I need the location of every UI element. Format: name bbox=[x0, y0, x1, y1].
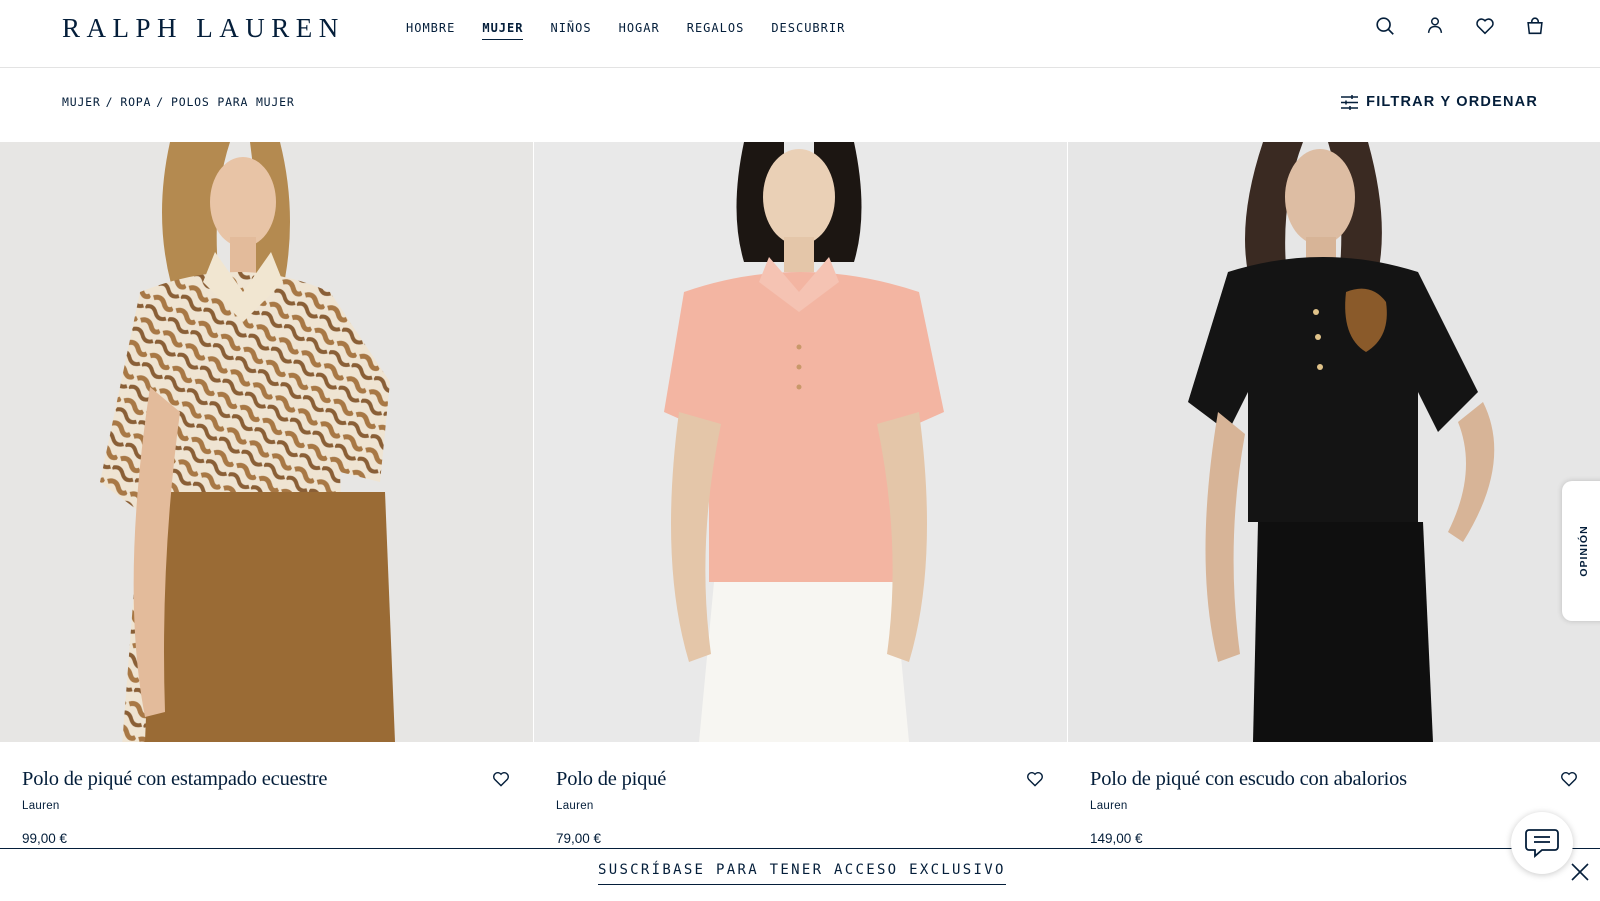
feedback-tab-label: OPINIÓN bbox=[1578, 525, 1590, 577]
wishlist-heart-icon[interactable] bbox=[1474, 15, 1496, 37]
wishlist-heart-icon[interactable] bbox=[491, 769, 511, 789]
nav-item-ninos[interactable]: NIÑOS bbox=[550, 20, 591, 40]
breadcrumb: MUJER / ROPA / POLOS PARA MUJER bbox=[62, 95, 295, 109]
filter-sort-label: FILTRAR Y ORDENAR bbox=[1366, 94, 1538, 110]
product-pants-shape bbox=[145, 492, 395, 742]
close-icon[interactable] bbox=[1570, 862, 1590, 882]
site-header: RALPH LAUREN HOMBRE MUJER NIÑOS HOGAR RE… bbox=[0, 0, 1600, 68]
product-image[interactable] bbox=[534, 142, 1067, 742]
breadcrumb-separator: / bbox=[105, 95, 114, 109]
chat-button[interactable] bbox=[1511, 812, 1573, 874]
account-icon[interactable] bbox=[1424, 15, 1446, 37]
product-card: Polo de piqué con escudo con abalorios L… bbox=[1068, 142, 1600, 862]
product-brand: Lauren bbox=[22, 800, 60, 812]
header-icons bbox=[1374, 15, 1546, 37]
filter-sort-button[interactable]: FILTRAR Y ORDENAR bbox=[1341, 94, 1538, 110]
product-card: Polo de piqué Lauren 79,00 € bbox=[534, 142, 1067, 862]
product-brand: Lauren bbox=[1090, 800, 1128, 812]
product-card: Polo de piqué con estampado ecuestre Lau… bbox=[0, 142, 533, 862]
main-nav: HOMBRE MUJER NIÑOS HOGAR REGALOS DESCUBR… bbox=[406, 20, 845, 40]
wishlist-heart-icon[interactable] bbox=[1559, 769, 1579, 789]
product-name[interactable]: Polo de piqué con escudo con abalorios bbox=[1090, 766, 1579, 792]
product-price: 79,00 € bbox=[556, 831, 602, 846]
subscribe-link[interactable]: SUSCRÍBASE PARA TENER ACCESO EXCLUSIVO bbox=[598, 862, 1006, 885]
product-name[interactable]: Polo de piqué con estampado ecuestre bbox=[22, 766, 511, 792]
product-photo-illustration bbox=[1068, 142, 1600, 742]
nav-item-hombre[interactable]: HOMBRE bbox=[406, 20, 455, 40]
wishlist-heart-icon[interactable] bbox=[1025, 769, 1045, 789]
breadcrumb-separator: / bbox=[156, 95, 164, 109]
breadcrumb-item-ropa[interactable]: ROPA bbox=[120, 95, 151, 109]
search-icon[interactable] bbox=[1374, 15, 1396, 37]
product-pants-shape bbox=[699, 582, 909, 742]
product-info: Polo de piqué con estampado ecuestre Lau… bbox=[0, 742, 533, 862]
product-pants-shape bbox=[1253, 522, 1433, 742]
product-image[interactable] bbox=[0, 142, 533, 742]
shopping-bag-icon[interactable] bbox=[1524, 15, 1546, 37]
product-image[interactable] bbox=[1068, 142, 1600, 742]
product-price: 149,00 € bbox=[1090, 831, 1143, 846]
product-info: Polo de piqué Lauren 79,00 € bbox=[534, 742, 1067, 862]
nav-item-mujer[interactable]: MUJER bbox=[482, 20, 524, 40]
product-grid: Polo de piqué con estampado ecuestre Lau… bbox=[0, 142, 1600, 862]
product-brand: Lauren bbox=[556, 800, 594, 812]
sliders-icon bbox=[1341, 94, 1359, 110]
nav-item-regalos[interactable]: REGALOS bbox=[687, 20, 745, 40]
product-price: 99,00 € bbox=[22, 831, 68, 846]
category-subbar: MUJER / ROPA / POLOS PARA MUJER FILTRAR … bbox=[0, 68, 1600, 142]
brand-logo[interactable]: RALPH LAUREN bbox=[62, 13, 345, 43]
product-photo-illustration bbox=[534, 142, 1067, 742]
product-name[interactable]: Polo de piqué bbox=[556, 766, 1045, 792]
breadcrumb-item-mujer[interactable]: MUJER bbox=[62, 95, 101, 109]
product-photo-illustration bbox=[0, 142, 533, 742]
feedback-tab[interactable]: OPINIÓN bbox=[1562, 481, 1600, 621]
subscribe-promo-bar: SUSCRÍBASE PARA TENER ACCESO EXCLUSIVO bbox=[0, 848, 1600, 901]
nav-item-hogar[interactable]: HOGAR bbox=[619, 20, 660, 40]
chat-bubble-icon bbox=[1525, 829, 1559, 858]
nav-item-descubrir[interactable]: DESCUBRIR bbox=[771, 20, 845, 40]
breadcrumb-item-current: POLOS PARA MUJER bbox=[171, 95, 295, 109]
